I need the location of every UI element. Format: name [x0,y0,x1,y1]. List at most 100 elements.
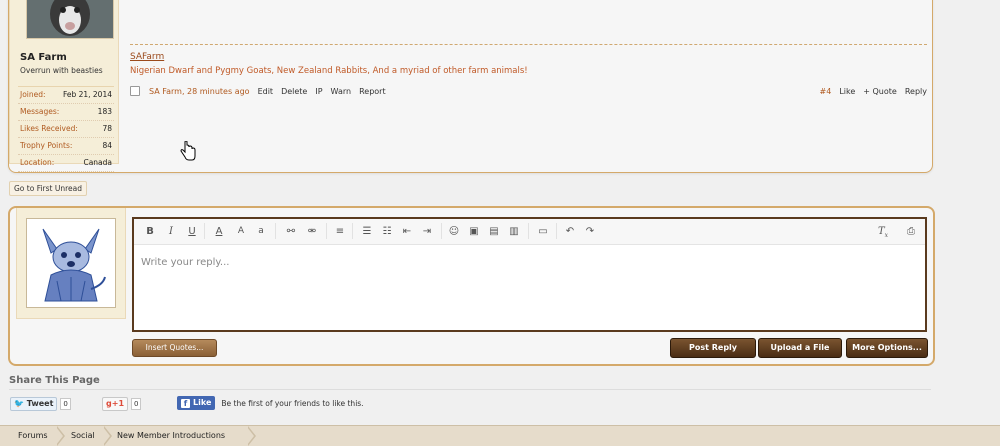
toggle-bbcode-icon[interactable]: ⎙ [904,225,918,238]
stat-label: Joined: [20,90,46,99]
underline-button[interactable]: U [186,225,198,238]
stat-value[interactable]: Canada [83,155,114,171]
remove-format-label: T [877,226,885,237]
stat-joined: Joined: Feb 21, 2014 [18,87,114,104]
report-link[interactable]: Report [359,87,386,96]
redo-icon[interactable]: ↷ [583,225,597,238]
stat-location: Location: Canada [18,155,114,172]
gplus-widget: g+1 0 [102,397,142,411]
like-link[interactable]: Like [839,87,855,96]
signature-divider [130,44,927,45]
facebook-like-button[interactable]: f Like [177,396,216,410]
numbered-list-icon[interactable]: ☷ [380,225,394,238]
breadcrumb-social[interactable]: Social [71,430,95,442]
stat-label: Trophy Points: [20,141,73,150]
signature-text: Nigerian Dwarf and Pygmy Goats, New Zeal… [130,66,528,76]
bold-button[interactable]: B [144,225,156,238]
stat-messages[interactable]: Messages: 183 [18,104,114,121]
tweet-label: Tweet [26,399,54,408]
tweet-widget: 🐦 Tweet 0 [10,397,71,411]
gplus-button[interactable]: g+1 [102,397,129,411]
stat-label: Location: [20,158,55,167]
media-icon[interactable]: ▤ [487,225,501,238]
delete-link[interactable]: Delete [281,87,307,96]
link-icon[interactable]: ⚯ [284,225,298,238]
twitter-bird-icon: 🐦 [14,399,24,408]
save-draft-icon[interactable]: ▭ [536,225,550,238]
reply-avatar[interactable] [26,218,116,308]
warn-link[interactable]: Warn [331,87,352,96]
align-icon[interactable]: ≡ [333,225,347,238]
hand-cursor-icon [180,140,196,163]
gplus-count: 0 [131,398,142,410]
user-title: Overrun with beasties [20,66,103,75]
share-this-page-heading: Share This Page [9,375,100,386]
stat-value[interactable]: 84 [102,138,114,154]
reply-link[interactable]: Reply [905,87,927,96]
unlink-icon[interactable]: ⚮ [305,225,319,238]
toolbar-separator [556,223,557,239]
image-icon[interactable]: ▣ [467,225,481,238]
post-number-link[interactable]: #4 [820,87,832,96]
bullet-list-icon[interactable]: ☰ [360,225,374,238]
font-family-button[interactable]: a [254,225,268,238]
reply-user-block [16,208,126,319]
toolbar-separator [352,223,353,239]
post-author-date[interactable]: SA Farm, 28 minutes ago [149,87,250,96]
ip-link[interactable]: IP [315,87,322,96]
insert-quotes-button[interactable]: Insert Quotes... [132,339,217,357]
user-avatar[interactable] [26,0,114,39]
facebook-icon: f [181,398,190,408]
stat-value: Feb 21, 2014 [62,90,112,99]
post-reply-button[interactable]: Post Reply [670,338,756,358]
indent-icon[interactable]: ⇥ [420,225,434,238]
stat-value[interactable]: 183 [98,104,114,120]
toolbar-separator [204,223,205,239]
share-divider [9,389,931,390]
facebook-like-text: Be the first of your friends to like thi… [221,398,364,408]
code-icon[interactable]: ▥ [507,225,521,238]
gplus-label: +1 [111,399,125,408]
facebook-widget: f Like Be the first of your friends to l… [177,396,364,410]
smilie-icon[interactable]: ☺ [447,225,461,238]
breadcrumb-forums[interactable]: Forums [18,430,48,442]
reply-text-area[interactable]: Write your reply... [141,257,229,268]
stat-trophy-points[interactable]: Trophy Points: 84 [18,138,114,155]
outdent-icon[interactable]: ⇤ [400,225,414,238]
user-stats: Joined: Feb 21, 2014 Messages: 183 Likes… [18,86,114,172]
reply-editor[interactable]: B I U A A a ⚯ ⚮ ≡ ☰ ☷ ⇤ ⇥ ☺ ▣ ▤ ▥ ▭ ↶ ↷ … [132,217,927,332]
stat-label: Messages: [20,107,60,116]
font-color-button[interactable]: A [212,225,226,238]
select-post-checkbox[interactable] [130,86,140,96]
tweet-count: 0 [60,398,71,410]
stat-label: Likes Received: [20,124,78,133]
upload-file-button[interactable]: Upload a File [758,338,842,358]
italic-button[interactable]: I [165,225,177,238]
signature-link[interactable]: SAFarm [130,52,164,62]
quote-link[interactable]: + Quote [863,87,897,96]
message-meta: SA Farm, 28 minutes ago Edit Delete IP W… [130,85,927,97]
more-options-button[interactable]: More Options... [846,338,928,358]
edit-link[interactable]: Edit [258,87,274,96]
stat-likes: Likes Received: 78 [18,121,114,138]
toolbar-separator [326,223,327,239]
breadcrumb-new-member-introductions[interactable]: New Member Introductions [117,430,225,442]
tweet-button[interactable]: 🐦 Tweet [10,397,58,411]
breadcrumb-separator-inner [103,427,110,445]
toolbar-separator [528,223,529,239]
post-actions: #4 Like + Quote Reply [820,87,927,96]
undo-icon[interactable]: ↶ [563,225,577,238]
stat-value: 78 [102,124,112,133]
breadcrumb: Forums Social New Member Introductions [0,425,1000,446]
font-size-button[interactable]: A [234,225,248,238]
breadcrumb-separator-inner [247,427,254,445]
breadcrumb-separator-inner [56,427,63,445]
toolbar-separator [275,223,276,239]
remove-format-button[interactable]: Tx [876,225,890,239]
username[interactable]: SA Farm [20,52,67,63]
go-to-first-unread-button[interactable]: Go to First Unread [9,181,87,196]
quick-reply: B I U A A a ⚯ ⚮ ≡ ☰ ☷ ⇤ ⇥ ☺ ▣ ▤ ▥ ▭ ↶ ↷ … [8,206,935,366]
editor-toolbar: B I U A A a ⚯ ⚮ ≡ ☰ ☷ ⇤ ⇥ ☺ ▣ ▤ ▥ ▭ ↶ ↷ … [134,219,925,245]
toolbar-separator [441,223,442,239]
message-user-info: SA Farm Overrun with beasties Joined: Fe… [9,0,119,172]
